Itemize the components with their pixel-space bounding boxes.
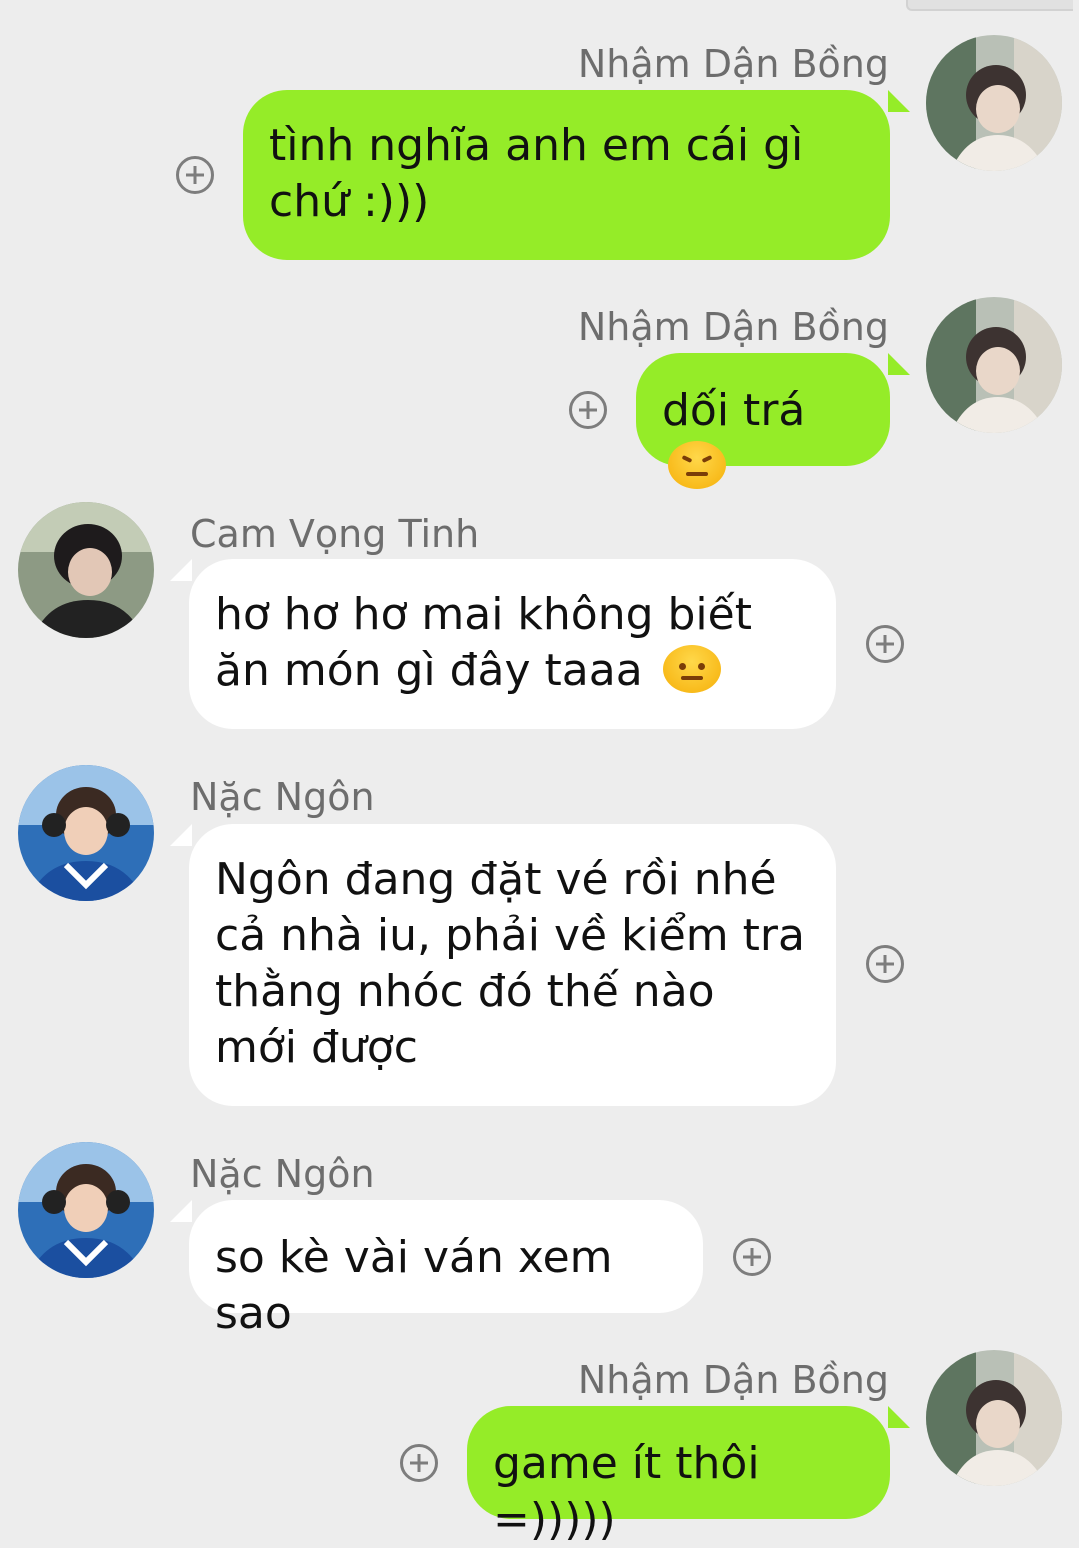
avatar[interactable] [18, 765, 154, 901]
avatar[interactable] [926, 35, 1062, 171]
avatar[interactable] [18, 502, 154, 638]
message-bubble[interactable]: dối trá [636, 353, 890, 489]
avatar[interactable] [18, 1142, 154, 1278]
bubble-tail [888, 353, 910, 375]
bubble-tail [888, 90, 910, 112]
plus-circle-icon[interactable] [733, 1238, 771, 1276]
avatar[interactable] [926, 1350, 1062, 1486]
plus-circle-icon[interactable] [866, 625, 904, 663]
plus-circle-icon[interactable] [176, 156, 214, 194]
avatar-photo-icon [18, 1142, 154, 1278]
message-text: dối trá [662, 385, 806, 436]
sender-name: Nhậm Dận Bồng [577, 42, 889, 86]
avatar-photo-icon [18, 765, 154, 901]
message-bubble[interactable]: game ít thôi =))))) [467, 1406, 890, 1545]
top-edge-bar [906, 0, 1073, 11]
message-text: tình nghĩa anh em cái gì chứ :))) [269, 120, 804, 227]
sweat-face-emoji [662, 645, 721, 693]
message-bubble[interactable]: tình nghĩa anh em cái gì chứ :))) [243, 90, 890, 260]
message-text: game ít thôi =))))) [493, 1438, 760, 1545]
avatar-photo-icon [926, 35, 1062, 171]
plus-circle-icon[interactable] [400, 1444, 438, 1482]
message-bubble[interactable]: so kè vài ván xem sao [189, 1200, 703, 1339]
plus-circle-icon[interactable] [569, 391, 607, 429]
avatar[interactable] [926, 297, 1062, 433]
angry-face-emoji [668, 441, 726, 489]
bubble-tail [170, 559, 192, 581]
sender-name: Cam Vọng Tinh [190, 512, 480, 556]
sender-name: Nặc Ngôn [190, 775, 375, 819]
sender-name: Nhậm Dận Bồng [577, 305, 889, 349]
avatar-photo-icon [926, 1350, 1062, 1486]
sender-name: Nhậm Dận Bồng [577, 1358, 889, 1402]
plus-circle-icon[interactable] [866, 945, 904, 983]
avatar-photo-icon [18, 502, 154, 638]
sender-name: Nặc Ngôn [190, 1152, 375, 1196]
message-text: Ngôn đang đặt vé rồi nhé cả nhà iu, phải… [215, 854, 805, 1073]
message-text: so kè vài ván xem sao [215, 1232, 613, 1339]
bubble-tail [888, 1406, 910, 1428]
message-bubble[interactable]: hơ hơ hơ mai không biết ăn món gì đây ta… [189, 559, 836, 729]
bubble-tail [170, 824, 192, 846]
message-bubble[interactable]: Ngôn đang đặt vé rồi nhé cả nhà iu, phải… [189, 824, 836, 1106]
bubble-tail [170, 1200, 192, 1222]
avatar-photo-icon [926, 297, 1062, 433]
